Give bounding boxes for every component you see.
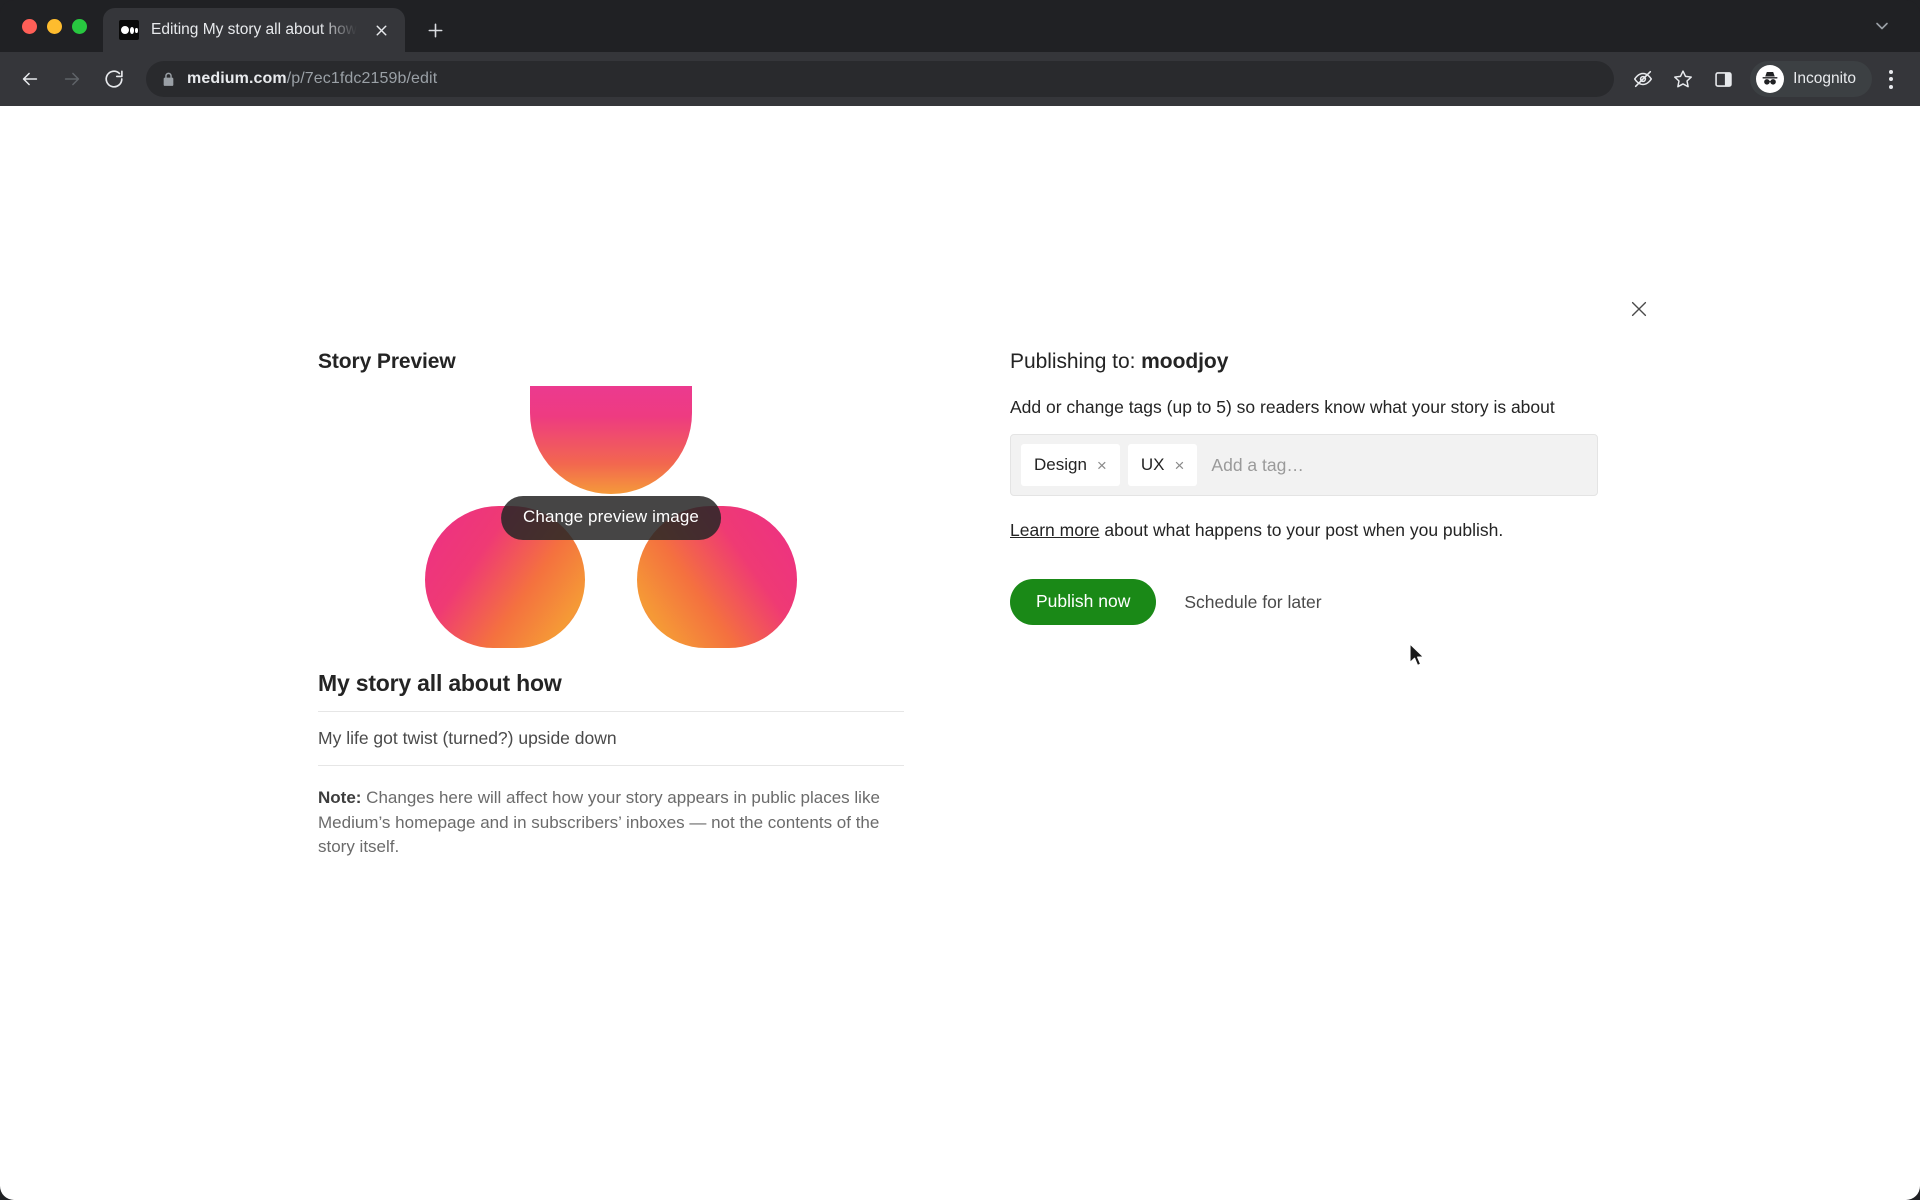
tab-strip: Editing My story all about how	[0, 0, 1920, 52]
close-icon[interactable]: ×	[1174, 457, 1184, 474]
preview-image[interactable]: Change preview image	[318, 386, 904, 648]
tab-title: Editing My story all about how	[151, 21, 357, 38]
learn-more-link[interactable]: Learn more	[1010, 520, 1100, 540]
window-close-button[interactable]	[22, 18, 37, 34]
publishing-to-label: Publishing to:	[1010, 350, 1142, 373]
eye-slash-icon[interactable]	[1624, 60, 1662, 98]
learn-more-rest: about what happens to your post when you…	[1099, 520, 1504, 540]
publishing-column: Publishing to: moodjoy Add or change tag…	[1010, 350, 1610, 860]
tag-label: Design	[1034, 455, 1087, 474]
chevron-down-icon[interactable]	[1862, 6, 1902, 46]
browser-tab-active[interactable]: Editing My story all about how	[103, 8, 405, 52]
publish-actions: Publish now Schedule for later	[1010, 579, 1610, 625]
address-bar-host: medium.com	[187, 70, 287, 87]
window-minimize-button[interactable]	[47, 18, 62, 34]
publication-name: moodjoy	[1141, 350, 1229, 373]
window-traffic-lights	[0, 0, 103, 52]
tag-input-container[interactable]: Design × UX × Add a tag…	[1010, 434, 1598, 496]
back-button[interactable]	[10, 59, 50, 99]
forward-button[interactable]	[52, 59, 92, 99]
three-dots-icon[interactable]	[1874, 60, 1908, 98]
tag-label: UX	[1140, 455, 1165, 474]
tag-pill[interactable]: UX ×	[1127, 444, 1198, 486]
close-icon[interactable]	[1622, 292, 1656, 326]
publishing-to: Publishing to: moodjoy	[1010, 350, 1610, 374]
tag-pill[interactable]: Design ×	[1021, 444, 1120, 486]
close-icon[interactable]: ×	[1097, 457, 1107, 474]
learn-more-line: Learn more about what happens to your po…	[1010, 520, 1610, 541]
address-bar-url: medium.com/p/7ec1fdc2159b/edit	[187, 70, 437, 88]
window-maximize-button[interactable]	[72, 18, 87, 34]
change-preview-image-button[interactable]: Change preview image	[501, 496, 721, 540]
publish-now-button[interactable]: Publish now	[1010, 579, 1157, 625]
incognito-hat-icon	[1756, 65, 1785, 93]
preview-note-label: Note:	[318, 788, 362, 807]
browser-window: Editing My story all about how medium.co…	[0, 0, 1920, 1200]
lock-icon	[162, 72, 175, 87]
address-bar[interactable]: medium.com/p/7ec1fdc2159b/edit	[146, 61, 1615, 97]
add-tag-input[interactable]: Add a tag…	[1205, 455, 1587, 476]
incognito-label: Incognito	[1793, 70, 1856, 87]
preview-title-field[interactable]: My story all about how	[318, 670, 904, 712]
medium-logo-icon	[119, 20, 139, 40]
browser-toolbar: medium.com/p/7ec1fdc2159b/edit Incognito	[0, 52, 1920, 106]
preview-note-body: Changes here will affect how your story …	[318, 788, 880, 857]
story-preview-heading: Story Preview	[318, 350, 456, 373]
tags-help-text: Add or change tags (up to 5) so readers …	[1010, 397, 1555, 417]
page-viewport: Story Preview Change preview image My st…	[0, 106, 1920, 1200]
reload-button[interactable]	[94, 59, 134, 99]
address-bar-path: /p/7ec1fdc2159b/edit	[286, 70, 438, 87]
new-tab-button[interactable]	[419, 13, 453, 47]
incognito-profile-chip[interactable]: Incognito	[1750, 61, 1872, 97]
side-panel-icon[interactable]	[1704, 60, 1742, 98]
preview-shape-top	[530, 386, 692, 494]
story-preview-column: Story Preview Change preview image My st…	[318, 350, 904, 860]
close-icon[interactable]	[369, 17, 395, 43]
publish-dialog: Story Preview Change preview image My st…	[318, 350, 1920, 860]
schedule-for-later-button[interactable]: Schedule for later	[1184, 592, 1321, 613]
preview-note: Note: Changes here will affect how your …	[318, 786, 902, 860]
star-icon[interactable]	[1664, 60, 1702, 98]
preview-subtitle-field[interactable]: My life got twist (turned?) upside down	[318, 728, 904, 766]
